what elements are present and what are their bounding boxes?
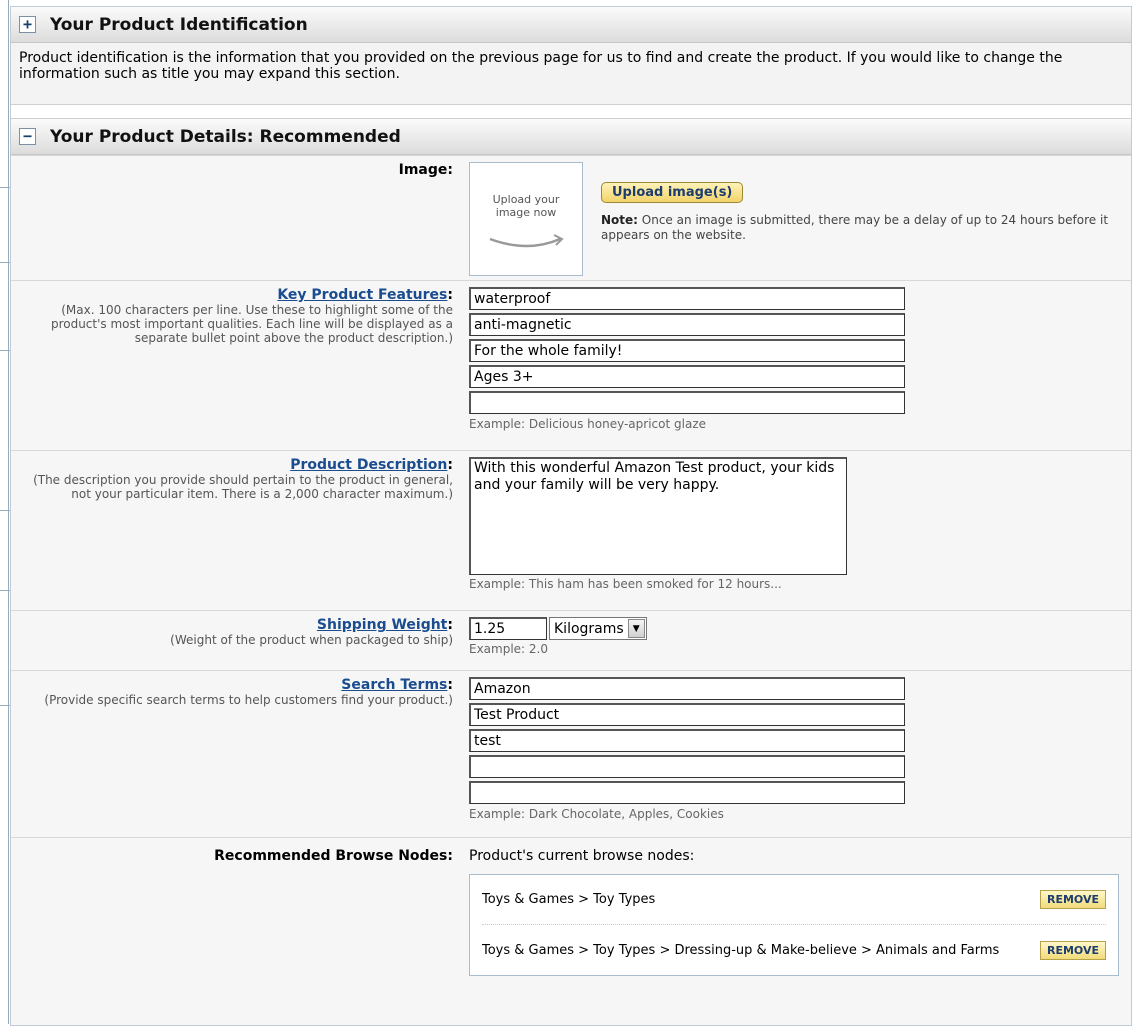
- details-section-header[interactable]: − Your Product Details: Recommended: [11, 119, 1131, 155]
- label-colon: :: [447, 287, 453, 303]
- label-colon: :: [447, 677, 453, 693]
- image-label: Image: [398, 162, 448, 178]
- feature-input-3[interactable]: [469, 339, 905, 362]
- details-form: Image: Upload your image now Upload imag…: [11, 155, 1131, 980]
- feature-input-2[interactable]: [469, 313, 905, 336]
- product-form-panel: + Your Product Identification Product id…: [10, 6, 1132, 1026]
- collapse-icon[interactable]: −: [19, 128, 36, 145]
- weight-unit-select[interactable]: Kilograms ▼: [549, 617, 647, 640]
- description-label-link[interactable]: Product Description: [290, 457, 447, 473]
- weight-unit-value: Kilograms: [554, 620, 624, 637]
- shipping-field-cell: Kilograms▼ Example: 2.0: [461, 610, 1131, 671]
- background-fragment: [0, 590, 10, 591]
- shipping-label-link[interactable]: Shipping Weight: [317, 617, 447, 633]
- image-row: Image: Upload your image now Upload imag…: [11, 155, 1131, 281]
- section-title: Your Product Details: Recommended: [50, 126, 401, 147]
- background-fragment: [0, 350, 10, 351]
- description-textarea[interactable]: With this wonderful Amazon Test product,…: [469, 457, 847, 575]
- shipping-help: (Weight of the product when packaged to …: [170, 633, 453, 647]
- label-colon: :: [447, 457, 453, 473]
- label-colon: :: [447, 162, 453, 178]
- background-fragment: [0, 510, 10, 511]
- browse-label: Recommended Browse Nodes: [214, 848, 448, 864]
- background-fragment: [0, 187, 10, 188]
- background-fragment: [0, 262, 10, 263]
- features-label-link[interactable]: Key Product Features: [277, 287, 447, 303]
- section-gap: [11, 105, 1131, 119]
- shipping-example: Example: 2.0: [469, 642, 549, 656]
- description-help: (The description you provide should pert…: [33, 473, 453, 501]
- browse-row: Recommended Browse Nodes: Product's curr…: [11, 837, 1131, 980]
- note-label: Note:: [601, 213, 638, 227]
- shipping-row: Shipping Weight: (Weight of the product …: [11, 610, 1131, 671]
- search-term-input-1[interactable]: [469, 677, 905, 700]
- label-colon: :: [447, 848, 453, 864]
- browse-field-cell: Product's current browse nodes: Toys & G…: [461, 837, 1131, 980]
- expand-icon[interactable]: +: [19, 16, 36, 33]
- shipping-label-cell: Shipping Weight: (Weight of the product …: [11, 610, 461, 671]
- browse-nodes-list: Toys & Games > Toy Types REMOVE Toys & G…: [469, 874, 1119, 976]
- remove-node-button[interactable]: REMOVE: [1039, 890, 1106, 909]
- description-row: Product Description: (The description yo…: [11, 450, 1131, 611]
- upload-image-button[interactable]: Upload image(s): [601, 182, 744, 203]
- dropdown-arrow-icon[interactable]: ▼: [627, 619, 645, 638]
- feature-input-5[interactable]: [469, 391, 905, 414]
- search-field-cell: Example: Dark Chocolate, Apples, Cookies: [461, 670, 1131, 838]
- search-term-input-3[interactable]: [469, 729, 905, 752]
- image-upload-placeholder[interactable]: Upload your image now: [469, 162, 583, 276]
- search-term-input-5[interactable]: [469, 781, 905, 804]
- browse-node-path: Toys & Games > Toy Types: [482, 892, 656, 907]
- list-item: Toys & Games > Toy Types REMOVE: [482, 875, 1106, 925]
- browse-label-cell: Recommended Browse Nodes:: [11, 837, 461, 980]
- label-colon: :: [447, 617, 453, 633]
- search-help: (Provide specific search terms to help c…: [44, 693, 453, 707]
- background-edge: [8, 0, 9, 1024]
- feature-input-1[interactable]: [469, 287, 905, 310]
- identification-section-header[interactable]: + Your Product Identification: [11, 7, 1131, 43]
- upload-note: Note: Once an image is submitted, there …: [601, 213, 1123, 243]
- search-term-input-4[interactable]: [469, 755, 905, 778]
- image-field-cell: Upload your image now Upload image(s) No…: [461, 155, 1131, 281]
- description-example: Example: This ham has been smoked for 12…: [469, 577, 782, 591]
- description-field-cell: With this wonderful Amazon Test product,…: [461, 450, 1131, 611]
- note-text: Once an image is submitted, there may be…: [601, 213, 1109, 242]
- background-fragment: [0, 705, 10, 706]
- features-help: (Max. 100 characters per line. Use these…: [50, 303, 453, 345]
- feature-input-4[interactable]: [469, 365, 905, 388]
- search-term-input-2[interactable]: [469, 703, 905, 726]
- section-title: Your Product Identification: [50, 14, 308, 35]
- search-label-cell: Search Terms: (Provide specific search t…: [11, 670, 461, 838]
- search-label-link[interactable]: Search Terms: [341, 677, 447, 693]
- upload-placeholder-text: Upload your image now: [492, 193, 560, 219]
- browse-nodes-heading: Product's current browse nodes:: [469, 848, 695, 864]
- browse-node-path: Toys & Games > Toy Types > Dressing-up &…: [482, 942, 1000, 958]
- shipping-weight-input[interactable]: [469, 617, 547, 640]
- features-field-cell: Example: Delicious honey-apricot glaze: [461, 280, 1131, 451]
- amazon-smile-icon: [489, 234, 564, 248]
- identification-description: Product identification is the informatio…: [11, 43, 1131, 105]
- list-item: Toys & Games > Toy Types > Dressing-up &…: [482, 925, 1106, 975]
- image-label-cell: Image:: [11, 155, 461, 281]
- search-row: Search Terms: (Provide specific search t…: [11, 670, 1131, 838]
- description-label-cell: Product Description: (The description yo…: [11, 450, 461, 611]
- remove-node-button[interactable]: REMOVE: [1039, 940, 1106, 960]
- features-example: Example: Delicious honey-apricot glaze: [469, 417, 706, 431]
- features-row: Key Product Features: (Max. 100 characte…: [11, 280, 1131, 451]
- features-label-cell: Key Product Features: (Max. 100 characte…: [11, 280, 461, 451]
- search-example: Example: Dark Chocolate, Apples, Cookies: [469, 807, 724, 821]
